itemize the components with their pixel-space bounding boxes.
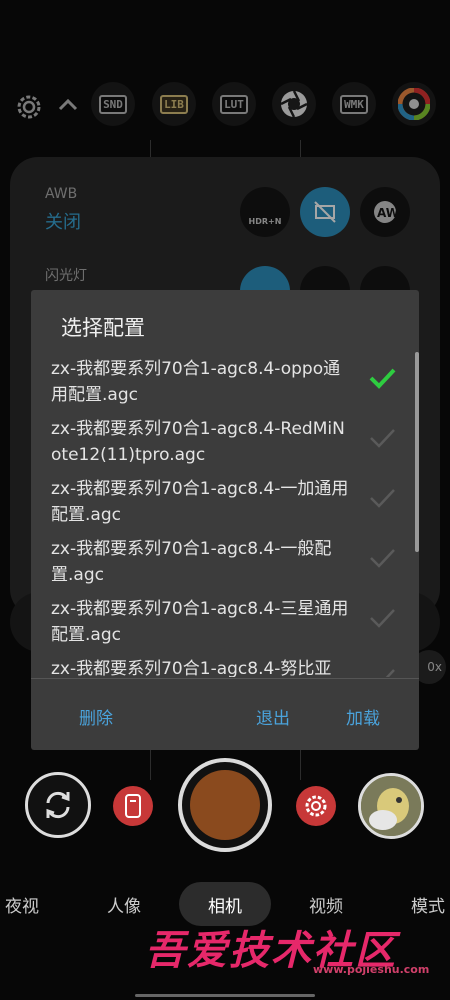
list-item-label: zx-我都要系列70合1-agc8.4-努比亚 <box>51 659 332 677</box>
divider <box>31 678 419 679</box>
gear-icon <box>305 795 327 817</box>
delete-button[interactable]: 删除 <box>79 704 113 729</box>
home-indicator[interactable] <box>135 994 315 997</box>
gallery-preview-image <box>361 776 421 836</box>
switch-camera-icon <box>46 791 70 819</box>
list-item[interactable]: zx-我都要系列70合1-agc8.4-一般配置.agc <box>31 530 419 590</box>
shutter-button[interactable] <box>178 758 272 852</box>
tab-mode[interactable]: 模式 <box>411 892 445 917</box>
dialog-title: 选择配置 <box>61 316 145 340</box>
checkmark-icon <box>370 549 395 568</box>
tab-camera[interactable]: 相机 <box>208 892 242 917</box>
list-item[interactable]: zx-我都要系列70合1-agc8.4-oppo通用配置.agc <box>31 350 419 410</box>
list-item-label: zx-我都要系列70合1-agc8.4-一般配置.agc <box>51 539 332 585</box>
list-scrollbar[interactable] <box>415 352 419 652</box>
select-config-dialog: 选择配置 zx-我都要系列70合1-agc8.4-oppo通用配置.agc zx… <box>31 290 419 750</box>
tab-night[interactable]: 夜视 <box>5 892 39 917</box>
list-item[interactable]: zx-我都要系列70合1-agc8.4-努比亚 <box>31 650 419 677</box>
switch-camera-button[interactable] <box>25 772 91 838</box>
checkmark-icon <box>370 429 395 448</box>
watermark-url: www.pojieshu.com <box>313 963 430 976</box>
camera-screen: SND LIB LUT WMK AWB 关闭 闪光灯 HDR+N AW 0x 选… <box>0 0 450 1000</box>
list-item[interactable]: zx-我都要系列70合1-agc8.4-一加通用配置.agc <box>31 470 419 530</box>
list-item-label: zx-我都要系列70合1-agc8.4-oppo通用配置.agc <box>51 359 341 405</box>
checkmark-icon <box>370 609 395 628</box>
aux-lens-button[interactable] <box>113 786 153 826</box>
shutter-inner <box>190 770 260 840</box>
exit-button[interactable]: 退出 <box>256 704 290 729</box>
checkmark-icon <box>385 669 395 677</box>
gallery-thumbnail[interactable] <box>358 773 424 839</box>
list-item-label: zx-我都要系列70合1-agc8.4-RedMiNote12(11)tpro.… <box>51 419 345 465</box>
load-button[interactable]: 加载 <box>346 704 380 729</box>
list-item[interactable]: zx-我都要系列70合1-agc8.4-RedMiNote12(11)tpro.… <box>31 410 419 470</box>
phone-icon <box>125 794 141 818</box>
checkmark-icon <box>370 489 395 508</box>
tab-portrait[interactable]: 人像 <box>107 892 141 917</box>
tab-video[interactable]: 视频 <box>309 892 343 917</box>
list-item[interactable]: zx-我都要系列70合1-agc8.4-三星通用配置.agc <box>31 590 419 650</box>
checkmark-selected-icon <box>369 368 396 389</box>
list-item-label: zx-我都要系列70合1-agc8.4-三星通用配置.agc <box>51 599 349 645</box>
scrollbar-thumb[interactable] <box>415 352 419 552</box>
list-item-label: zx-我都要系列70合1-agc8.4-一加通用配置.agc <box>51 479 349 525</box>
config-list[interactable]: zx-我都要系列70合1-agc8.4-oppo通用配置.agc zx-我都要系… <box>31 350 419 677</box>
camera-settings-button[interactable] <box>296 786 336 826</box>
